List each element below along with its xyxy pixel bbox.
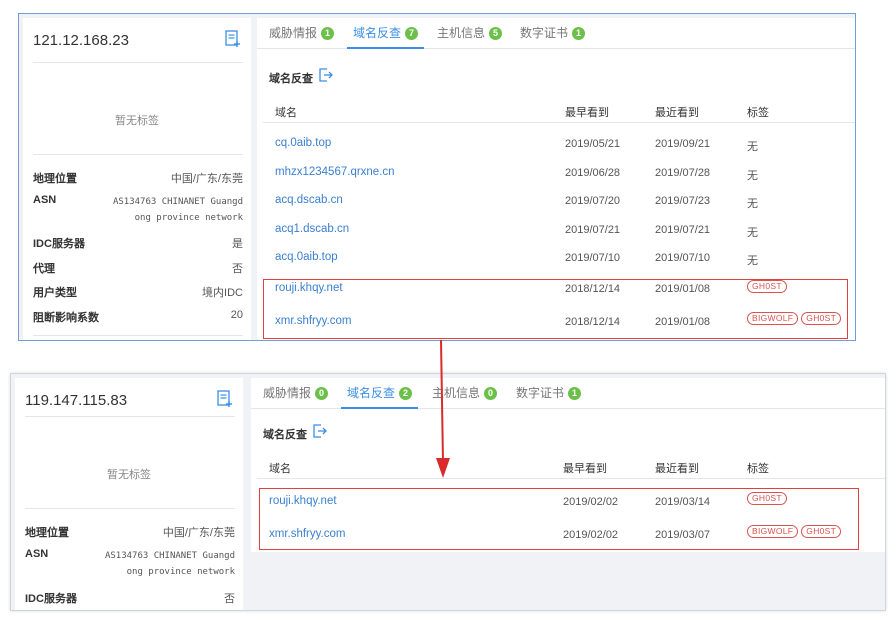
column-header-domain: 域名 — [275, 107, 297, 119]
divider — [25, 508, 235, 509]
column-header-last-seen: 最近看到 — [655, 463, 699, 475]
tab-threat-intel[interactable]: 威胁情报 1 — [269, 18, 335, 48]
first-seen: 2019/05/21 — [565, 138, 621, 150]
highlight-box — [263, 279, 848, 339]
info-key: 地理位置 — [33, 173, 77, 185]
info-value: 否 — [232, 263, 243, 275]
count-badge: 1 — [572, 27, 586, 40]
divider — [33, 335, 243, 336]
domain-link[interactable]: acq1.dscab.cn — [275, 223, 349, 235]
info-value: 中国/广东/东莞 — [170, 173, 243, 185]
info-key: 阻断影响系数 — [33, 312, 99, 324]
info-value: 境内IDC — [202, 287, 243, 299]
last-seen: 2019/07/28 — [655, 167, 711, 179]
column-header-first-seen: 最早看到 — [563, 463, 607, 475]
info-key: 用户类型 — [33, 287, 77, 299]
bottom-ip-panel: 119.147.115.83 暂无标签 地理位置 中国/广东/东莞 ASN AS… — [10, 373, 886, 611]
tab-bar: 威胁情报 0 域名反查 2 主机信息 0 数字证书 1 — [251, 378, 885, 409]
count-badge: 5 — [489, 27, 503, 40]
count-badge: 0 — [484, 387, 498, 400]
count-badge: 2 — [399, 387, 413, 400]
info-key: IDC服务器 — [33, 238, 85, 250]
tab-certificates[interactable]: 数字证书 1 — [516, 378, 582, 408]
tab-bar: 威胁情报 1 域名反查 7 主机信息 5 数字证书 1 — [257, 18, 855, 49]
ip-summary-card: 119.147.115.83 暂无标签 地理位置 中国/广东/东莞 ASN AS… — [15, 378, 243, 610]
tab-threat-intel[interactable]: 威胁情报 0 — [263, 378, 329, 408]
info-key: 代理 — [33, 263, 55, 275]
tag-text: 无 — [747, 255, 758, 267]
tab-host-info[interactable]: 主机信息 5 — [437, 18, 503, 48]
info-value: 是 — [232, 238, 243, 250]
ip-summary-card: 121.12.168.23 暂无标签 地理位置 中国/广东/东莞 ASN AS1… — [23, 18, 251, 340]
info-value: AS134763 CHINANET Guangdong province net… — [104, 551, 235, 577]
first-seen: 2019/07/20 — [565, 195, 621, 207]
edit-note-icon[interactable] — [225, 30, 241, 48]
tag-text: 无 — [747, 141, 758, 153]
tab-certificates[interactable]: 数字证书 1 — [520, 18, 586, 48]
info-value: 中国/广东/东莞 — [162, 527, 235, 539]
export-icon[interactable] — [313, 424, 327, 438]
last-seen: 2019/07/23 — [655, 195, 711, 207]
divider — [33, 154, 243, 155]
divider — [25, 416, 235, 417]
edit-note-icon[interactable] — [217, 390, 233, 408]
tag-text: 无 — [747, 170, 758, 182]
info-key: ASN — [25, 548, 49, 560]
tab-host-info[interactable]: 主机信息 0 — [432, 378, 498, 408]
export-icon[interactable] — [319, 68, 333, 82]
section-title: 域名反查 — [263, 424, 327, 442]
column-header-last-seen: 最近看到 — [655, 107, 699, 119]
ip-address: 119.147.115.83 — [25, 392, 128, 409]
tag-text: 无 — [747, 227, 758, 239]
last-seen: 2019/07/21 — [655, 224, 711, 236]
domain-link[interactable]: cq.0aib.top — [275, 137, 331, 149]
count-badge: 0 — [315, 387, 329, 400]
count-badge: 1 — [568, 387, 582, 400]
first-seen: 2019/07/21 — [565, 224, 621, 236]
tab-domain-reverse[interactable]: 域名反查 7 — [346, 18, 425, 49]
last-seen: 2019/09/21 — [655, 138, 711, 150]
first-seen: 2019/07/10 — [565, 252, 621, 264]
tag-text: 无 — [747, 198, 758, 210]
divider — [33, 62, 243, 63]
info-value: 20 — [230, 309, 243, 321]
header-divider — [263, 122, 855, 123]
column-header-tags: 标签 — [747, 463, 769, 475]
domain-link[interactable]: acq.0aib.top — [275, 251, 338, 263]
tab-domain-reverse[interactable]: 域名反查 2 — [340, 378, 419, 409]
ip-address: 121.12.168.23 — [33, 32, 129, 49]
highlight-box — [259, 488, 859, 550]
column-header-tags: 标签 — [747, 107, 769, 119]
info-key: IDC服务器 — [25, 593, 77, 605]
section-title: 域名反查 — [269, 68, 333, 86]
info-value: 否 — [224, 593, 235, 605]
domain-link[interactable]: mhzx1234567.qrxne.cn — [275, 166, 395, 178]
count-badge: 1 — [321, 27, 335, 40]
info-value: AS134763 CHINANET Guangdong province net… — [112, 197, 243, 223]
column-header-first-seen: 最早看到 — [565, 107, 609, 119]
last-seen: 2019/07/10 — [655, 252, 711, 264]
info-key: 地理位置 — [25, 527, 69, 539]
info-key: ASN — [33, 194, 57, 206]
header-divider — [257, 478, 885, 479]
top-ip-panel: 121.12.168.23 暂无标签 地理位置 中国/广东/东莞 ASN AS1… — [18, 13, 856, 341]
count-badge: 7 — [405, 27, 419, 40]
column-header-domain: 域名 — [269, 463, 291, 475]
domain-link[interactable]: acq.dscab.cn — [275, 194, 343, 206]
no-tag-label: 暂无标签 — [107, 469, 151, 481]
first-seen: 2019/06/28 — [565, 167, 621, 179]
no-tag-label: 暂无标签 — [115, 115, 159, 127]
